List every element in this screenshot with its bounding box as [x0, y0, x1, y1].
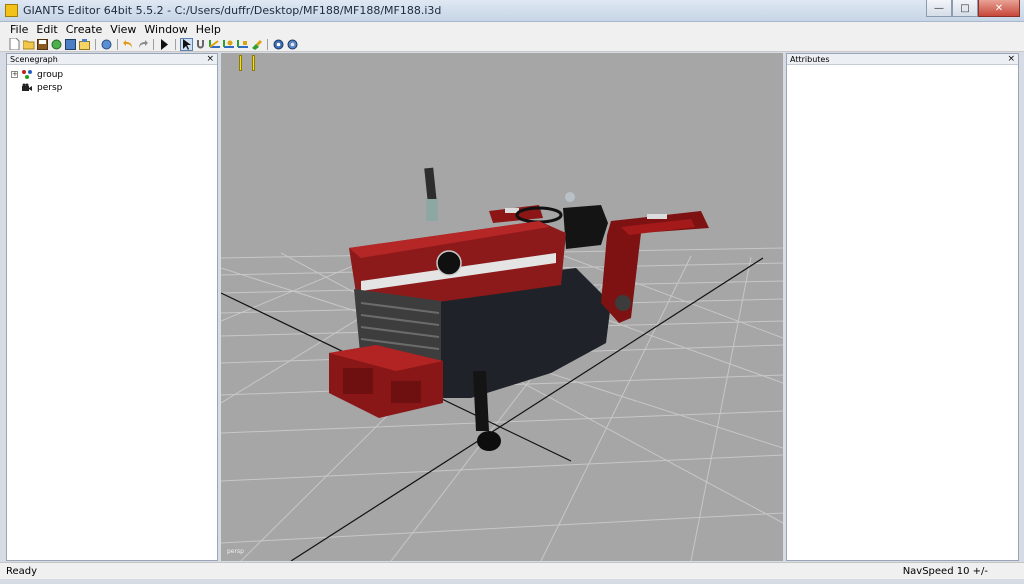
new-icon[interactable] — [8, 38, 21, 51]
camera-icon — [21, 83, 33, 93]
3d-viewport[interactable]: persp — [221, 53, 783, 561]
scenegraph-header: Scenegraph × — [7, 54, 217, 65]
magnet-icon[interactable] — [194, 38, 207, 51]
scenegraph-title: Scenegraph — [10, 55, 58, 64]
menu-window[interactable]: Window — [140, 22, 191, 37]
scenegraph-tree: + group persp — [7, 65, 217, 94]
scenegraph-close-button[interactable]: × — [206, 54, 214, 65]
scenegraph-panel: Scenegraph × + group persp — [6, 53, 218, 561]
expand-icon[interactable]: + — [11, 71, 18, 78]
move-icon[interactable] — [208, 38, 221, 51]
tractor-model — [329, 167, 709, 451]
attributes-close-button[interactable]: × — [1007, 54, 1015, 65]
select-icon[interactable] — [180, 37, 193, 51]
minimize-button[interactable]: — — [926, 0, 952, 17]
giants-app-icon — [5, 4, 18, 17]
save-icon[interactable] — [36, 38, 49, 51]
toolbar-separator — [267, 38, 268, 50]
status-text: Ready — [6, 566, 38, 577]
menu-create[interactable]: Create — [62, 22, 107, 37]
undo-icon[interactable] — [122, 38, 135, 51]
maximize-button[interactable]: □ — [952, 0, 978, 17]
menu-bar: File Edit Create View Window Help — [0, 22, 1024, 37]
toolbar-separator — [95, 38, 96, 50]
menu-edit[interactable]: Edit — [32, 22, 61, 37]
tree-node-label: group — [37, 69, 64, 80]
tree-node-label: persp — [37, 82, 63, 93]
attributes-header: Attributes × — [787, 54, 1018, 65]
window-title: GIANTS Editor 64bit 5.5.2 - C:/Users/duf… — [23, 4, 442, 17]
settings-icon[interactable] — [286, 38, 299, 51]
toolbar — [0, 37, 1024, 52]
camera-label: persp — [227, 548, 244, 555]
rotate-icon[interactable] — [222, 38, 235, 51]
import-icon[interactable] — [78, 38, 91, 51]
paint-icon[interactable] — [250, 38, 263, 51]
toolbar-separator — [153, 38, 154, 50]
nav-speed-indicator[interactable]: NavSpeed 10 +/- — [903, 566, 988, 577]
transform-group-icon — [21, 69, 33, 80]
redo-icon[interactable] — [136, 38, 149, 51]
gear-icon[interactable] — [272, 38, 285, 51]
viewport-marker — [239, 55, 242, 71]
attributes-panel: Attributes × — [786, 53, 1019, 561]
scale-icon[interactable] — [236, 38, 249, 51]
viewport-scene — [221, 167, 783, 561]
toolbar-separator — [117, 38, 118, 50]
attributes-title: Attributes — [790, 55, 830, 64]
export-icon[interactable] — [64, 38, 77, 51]
status-bar: Ready NavSpeed 10 +/- — [0, 562, 1024, 579]
tree-node-group[interactable]: + group — [11, 68, 217, 81]
title-bar: GIANTS Editor 64bit 5.5.2 - C:/Users/duf… — [0, 0, 1024, 22]
viewport-marker — [252, 55, 255, 71]
open-icon[interactable] — [22, 38, 35, 51]
toolbar-separator — [175, 38, 176, 50]
menu-file[interactable]: File — [6, 22, 32, 37]
menu-help[interactable]: Help — [192, 22, 225, 37]
window-controls: — □ ✕ — [926, 0, 1020, 18]
menu-view[interactable]: View — [106, 22, 140, 37]
play-icon[interactable] — [158, 38, 171, 51]
close-button[interactable]: ✕ — [978, 0, 1020, 17]
help-icon[interactable] — [100, 38, 113, 51]
reload-icon[interactable] — [50, 38, 63, 51]
tree-node-persp[interactable]: persp — [11, 81, 217, 94]
